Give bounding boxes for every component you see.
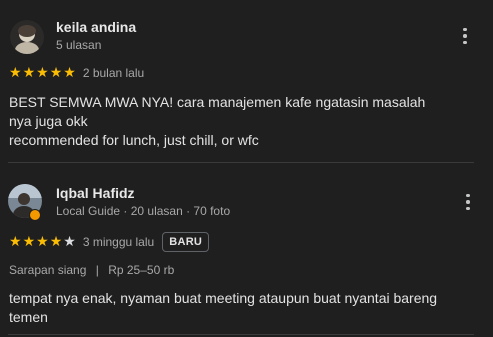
review-date: 3 minggu lalu	[82, 235, 155, 249]
more-vert-icon[interactable]	[457, 25, 473, 47]
reviewer-avatar[interactable]	[10, 20, 44, 54]
review-text-line: BEST SEMWA MWA NYA! cara manajemen kafe …	[9, 94, 426, 110]
rating-row: ★ ★ ★ ★ ★ 3 minggu lalu BARU	[9, 232, 210, 252]
star-rating: ★ ★ ★ ★ ★	[9, 235, 76, 249]
review-text-line: tempat nya enak, nyaman buat meeting ata…	[9, 290, 438, 306]
reviewer-name[interactable]: keila andina	[56, 19, 136, 35]
divider	[8, 162, 474, 163]
star-icon: ★	[9, 65, 22, 81]
local-guide-badge-icon	[29, 209, 41, 221]
review-date: 2 bulan lalu	[82, 66, 145, 80]
star-icon: ★	[22, 234, 36, 250]
price-range: Rp 25–50 rb	[108, 263, 175, 277]
review-text: BEST SEMWA MWA NYA! cara manajemen kafe …	[9, 93, 489, 150]
star-icon: ★	[49, 65, 63, 81]
star-icon: ★	[9, 234, 22, 250]
review-text-line: temen	[9, 309, 48, 325]
review-text-line: recommended for lunch, just chill, or wf…	[9, 132, 259, 148]
review-text-line: nya juga okk	[9, 113, 88, 129]
divider	[8, 334, 474, 335]
star-icon: ★	[63, 65, 76, 81]
reviewer-meta: Local Guide · 20 ulasan · 70 foto	[56, 204, 231, 218]
reviewer-meta: 5 ulasan	[56, 38, 102, 52]
star-icon: ★	[22, 65, 36, 81]
rating-row: ★ ★ ★ ★ ★ 2 bulan lalu	[9, 66, 144, 80]
meal-type: Sarapan siang	[9, 263, 87, 277]
more-vert-icon[interactable]	[460, 191, 476, 213]
new-badge: BARU	[162, 232, 210, 252]
review-card: keila andina 5 ulasan ★ ★ ★ ★ ★ 2 bulan …	[0, 0, 493, 168]
star-rating: ★ ★ ★ ★ ★	[9, 66, 76, 80]
reviewer-name[interactable]: Iqbal Hafidz	[56, 185, 135, 201]
star-icon: ★	[36, 65, 49, 81]
star-icon: ★	[49, 234, 63, 250]
review-text: tempat nya enak, nyaman buat meeting ata…	[9, 289, 489, 327]
star-icon: ★	[36, 234, 49, 250]
star-icon: ★	[63, 234, 76, 250]
attribute-separator: |	[95, 263, 99, 277]
review-card: Iqbal Hafidz Local Guide · 20 ulasan · 7…	[0, 168, 493, 337]
review-attributes: Sarapan siang | Rp 25–50 rb	[9, 263, 174, 277]
